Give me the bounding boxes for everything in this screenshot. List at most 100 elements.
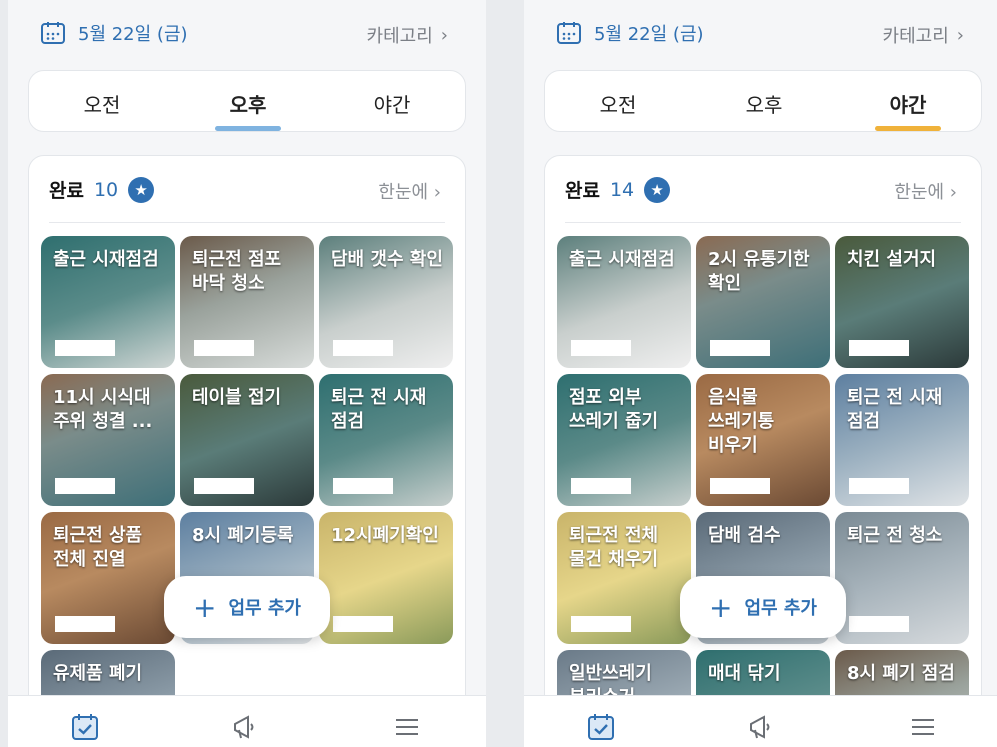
task-title: 2시 유통기한 확인 [708,249,810,294]
category-label: 카테고리 [882,26,949,47]
task-card[interactable]: 담배 갯수 확인 [319,236,453,368]
task-title: 점포 외부 쓰레기 줍기 [569,387,659,432]
date-label: 5월 22일 (금) [594,24,704,45]
category-button[interactable]: 카테고리 › [367,22,448,48]
tab-shift-2[interactable]: 오후 [719,89,809,118]
divider [49,222,445,223]
add-task-button[interactable]: + 업무 추가 [680,576,846,638]
tab-shift-1[interactable]: 오전 [57,89,147,118]
plus-icon: + [709,590,733,624]
task-title: 퇴근전 전체 물건 채우기 [569,525,659,570]
bottom-nav [8,695,486,747]
redacted-name [333,478,393,494]
redacted-name [333,340,393,356]
task-card[interactable]: 출근 시재점검 [41,236,175,368]
redacted-name [849,340,909,356]
at-a-glance-button[interactable]: 한눈에 › [378,178,441,204]
top-bar: 5월 22일 (금) 카테고리 › [8,16,486,52]
screenshot-stage: 5월 22일 (금) 카테고리 › 오전 오후 야간 완료 10 ★ 한눈에 › 출근 시재점검 퇴근… [0,0,997,747]
task-title: 출근 시재점검 [569,249,675,270]
task-title: 12시폐기확인 [331,525,439,546]
add-task-label: 업무 추가 [228,598,301,619]
done-label: 완료 [565,180,600,202]
task-title: 치킨 설거지 [847,249,937,270]
task-card[interactable]: 퇴근 전 시재 점검 [319,374,453,506]
done-count: 10 [93,178,119,201]
task-title: 8시 폐기등록 [192,525,294,546]
task-card[interactable]: 2시 유통기한 확인 [696,236,830,368]
task-title: 음식물 쓰레기통 비우기 [708,387,775,456]
shift-tabs: 오전 오후 야간 [28,70,466,132]
task-title: 유제품 폐기 [53,663,143,684]
menu-icon[interactable] [906,710,940,744]
redacted-name [333,616,393,632]
tab-shift-3[interactable]: 야간 [863,89,953,118]
task-card[interactable]: 퇴근전 상품 전체 진열 [41,512,175,644]
redacted-name [849,616,909,632]
calendar-icon [557,22,581,44]
calendar-check-icon[interactable] [584,710,618,744]
shift-tabs: 오전 오후 야간 [544,70,982,132]
at-a-glance-button[interactable]: 한눈에 › [894,178,957,204]
date-label: 5월 22일 (금) [78,24,188,45]
redacted-name [55,340,115,356]
task-title: 11시 시식대 주위 청결 ... [53,387,153,432]
chevron-right-icon: › [440,24,448,46]
calendar-icon [41,22,65,44]
date-selector[interactable]: 5월 22일 (금) [40,20,188,46]
redacted-name [55,478,115,494]
task-title: 퇴근전 상품 전체 진열 [53,525,143,570]
date-selector[interactable]: 5월 22일 (금) [556,20,704,46]
completed-tasks-panel: 완료 10 ★ 한눈에 › 출근 시재점검 퇴근전 점포 바닥 청소 담배 갯수 확인 11시… [28,155,466,747]
task-card[interactable]: 치킨 설거지 [835,236,969,368]
redacted-name [55,616,115,632]
completed-tasks-panel: 완료 14 ★ 한눈에 › 출근 시재점검 2시 유통기한 확인 치킨 설거지점포 외부 쓰… [544,155,982,747]
plus-icon: + [193,590,217,624]
task-card[interactable]: 퇴근 전 시재 점검 [835,374,969,506]
task-card[interactable]: 퇴근전 전체 물건 채우기 [557,512,691,644]
tab-shift-2[interactable]: 오후 [203,89,293,118]
active-tab-indicator [875,126,941,131]
task-title: 퇴근 전 시재 점검 [847,387,943,432]
star-icon: ★ [128,176,155,203]
redacted-name [710,478,770,494]
done-count: 14 [609,178,635,201]
top-bar: 5월 22일 (금) 카테고리 › [524,16,997,52]
megaphone-icon[interactable] [744,710,778,744]
tab-shift-1[interactable]: 오전 [573,89,663,118]
add-task-button[interactable]: + 업무 추가 [164,576,330,638]
task-card[interactable]: 점포 외부 쓰레기 줍기 [557,374,691,506]
star-icon: ★ [644,176,671,203]
category-button[interactable]: 카테고리 › [883,22,964,48]
redacted-name [710,340,770,356]
done-label: 완료 [49,180,84,202]
task-title: 매대 닦기 [708,663,781,684]
redacted-name [194,478,254,494]
bottom-nav [524,695,997,747]
divider [565,222,961,223]
redacted-name [571,478,631,494]
task-card[interactable]: 출근 시재점검 [557,236,691,368]
redacted-name [194,340,254,356]
task-title: 출근 시재점검 [53,249,159,270]
redacted-name [849,478,909,494]
menu-icon[interactable] [390,710,424,744]
panel-header: 완료 10 ★ [49,176,155,203]
task-title: 담배 검수 [708,525,781,546]
add-task-label: 업무 추가 [744,598,817,619]
task-title: 퇴근 전 시재 점검 [331,387,427,432]
task-card[interactable]: 12시폐기확인 [319,512,453,644]
redacted-name [571,340,631,356]
task-card[interactable]: 음식물 쓰레기통 비우기 [696,374,830,506]
task-title: 테이블 접기 [192,387,282,408]
category-label: 카테고리 [366,26,433,47]
task-card[interactable]: 퇴근 전 청소 [835,512,969,644]
task-card[interactable]: 테이블 접기 [180,374,314,506]
redacted-name [571,616,631,632]
task-card[interactable]: 11시 시식대 주위 청결 ... [41,374,175,506]
task-card[interactable]: 퇴근전 점포 바닥 청소 [180,236,314,368]
megaphone-icon[interactable] [228,710,262,744]
calendar-check-icon[interactable] [68,710,102,744]
task-title: 8시 폐기 점검 [847,663,955,684]
tab-shift-3[interactable]: 야간 [347,89,437,118]
